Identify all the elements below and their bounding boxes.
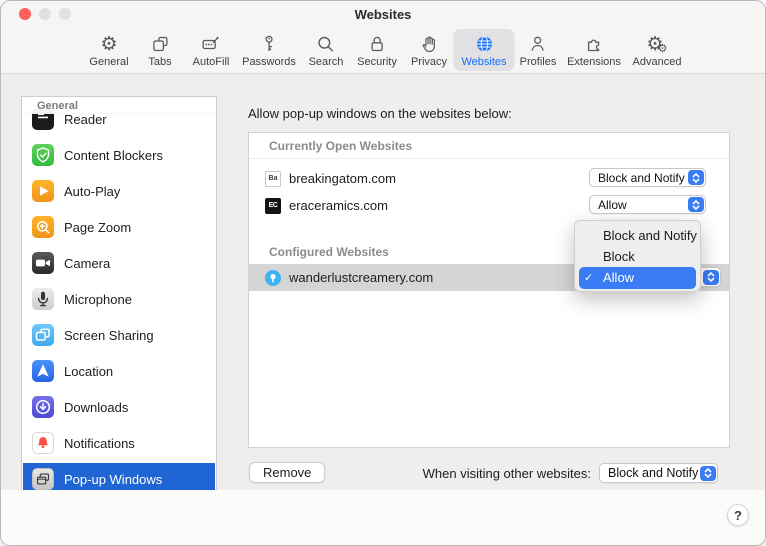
section-title-currently-open: Currently Open Websites [269, 139, 412, 153]
tab-advanced[interactable]: ⚙⚙ Advanced [625, 29, 690, 71]
tab-autofill[interactable]: AutoFill [185, 29, 238, 71]
location-arrow-icon [32, 360, 54, 382]
sidebar-item-camera[interactable]: Camera [23, 247, 215, 279]
popup-windows-icon [32, 468, 54, 490]
titlebar: Websites [1, 1, 765, 27]
websites-sidebar: General Reader Content Blockers [21, 96, 217, 493]
sidebar-item-label: Auto-Play [64, 184, 120, 199]
menu-item-block[interactable]: Block [579, 246, 696, 267]
sidebar-item-screen-sharing[interactable]: Screen Sharing [23, 319, 215, 351]
tab-privacy[interactable]: Privacy [403, 29, 455, 71]
website-domain: breakingatom.com [289, 171, 396, 186]
stepper-icon [688, 197, 704, 212]
sidebar-item-label: Microphone [64, 292, 132, 307]
download-circle-icon [32, 396, 54, 418]
stepper-icon [703, 270, 719, 285]
hand-icon [419, 33, 439, 55]
sidebar-item-label: Downloads [64, 400, 128, 415]
section-separator [249, 158, 729, 159]
tab-passwords[interactable]: Passwords [234, 29, 304, 71]
sidebar-item-auto-play[interactable]: Auto-Play [23, 175, 215, 207]
sidebar-item-label: Camera [64, 256, 110, 271]
sidebar-item-location[interactable]: Location [23, 355, 215, 387]
help-button[interactable]: ? [727, 504, 749, 526]
website-domain: wanderlustcreamery.com [289, 270, 433, 285]
eraceramics-favicon: EC [265, 198, 281, 214]
breakingatom-favicon: Ba [265, 171, 281, 187]
puzzle-icon [584, 33, 604, 55]
settings-toolbar: ⚙ General Tabs Auto [1, 27, 765, 73]
menu-item-block-and-notify[interactable]: Block and Notify [579, 225, 696, 246]
screens-icon [32, 324, 54, 346]
content-area: General Reader Content Blockers [1, 73, 765, 492]
wanderlustcreamery-favicon [265, 270, 281, 286]
sidebar-item-label: Location [64, 364, 113, 379]
pane-heading: Allow pop-up windows on the websites bel… [248, 106, 512, 121]
popup-other-websites-policy[interactable]: Block and Notify [599, 463, 718, 483]
shield-check-icon [32, 144, 54, 166]
other-websites-label: When visiting other websites: [423, 466, 591, 481]
sidebar-item-notifications[interactable]: Notifications [23, 427, 215, 459]
tab-extensions[interactable]: Extensions [559, 29, 629, 71]
sidebar-item-label: Screen Sharing [64, 328, 154, 343]
microphone-icon [32, 288, 54, 310]
popup-value: Allow [590, 198, 688, 212]
sidebar-item-label: Pop-up Windows [64, 472, 162, 487]
policy-dropdown-menu: Block and Notify Block ✓ Allow [574, 220, 701, 292]
popup-value: Block and Notify [600, 466, 700, 480]
tab-general[interactable]: ⚙ General [81, 29, 136, 71]
sidebar-item-downloads[interactable]: Downloads [23, 391, 215, 423]
magnifier-icon [316, 33, 336, 55]
window-footer: ? [1, 490, 765, 545]
sidebar-item-content-blockers[interactable]: Content Blockers [23, 139, 215, 171]
sidebar-item-label: Content Blockers [64, 148, 163, 163]
sidebar-item-microphone[interactable]: Microphone [23, 283, 215, 315]
autofill-icon [201, 33, 221, 55]
sidebar-item-label: Notifications [64, 436, 135, 451]
website-domain: eraceramics.com [289, 198, 388, 213]
lock-icon [367, 33, 387, 55]
globe-icon [474, 33, 494, 55]
bell-icon [32, 432, 54, 454]
sidebar-item-page-zoom[interactable]: Page Zoom [23, 211, 215, 243]
camera-icon [32, 252, 54, 274]
tab-tabs[interactable]: Tabs [140, 29, 179, 71]
checkmark-icon: ✓ [584, 267, 593, 289]
tab-profiles[interactable]: Profiles [512, 29, 565, 71]
gear-icon: ⚙ [100, 33, 117, 55]
popup-eraceramics-policy[interactable]: Allow [589, 195, 706, 214]
tabs-icon [150, 33, 170, 55]
gears-icon: ⚙⚙ [647, 33, 668, 55]
tab-search[interactable]: Search [301, 29, 352, 71]
window-title: Websites [1, 1, 765, 27]
zoom-plus-icon [32, 216, 54, 238]
sidebar-item-pop-up-windows[interactable]: Pop-up Windows [23, 463, 215, 493]
person-icon [528, 33, 548, 55]
popup-value: Block and Notify [590, 171, 688, 185]
remove-button[interactable]: Remove [249, 462, 325, 483]
tab-security[interactable]: Security [349, 29, 405, 71]
key-icon [259, 33, 279, 55]
sidebar-item-label: Page Zoom [64, 220, 131, 235]
menu-item-allow[interactable]: ✓ Allow [579, 267, 696, 289]
popup-breakingatom-policy[interactable]: Block and Notify [589, 168, 706, 187]
play-icon [32, 180, 54, 202]
stepper-icon [688, 170, 704, 185]
safari-settings-window: Websites ⚙ General Tabs [0, 0, 766, 546]
stepper-icon [700, 466, 716, 481]
sidebar-section-header: General [22, 97, 216, 114]
section-title-configured: Configured Websites [269, 245, 389, 259]
tab-websites[interactable]: Websites [453, 29, 514, 71]
